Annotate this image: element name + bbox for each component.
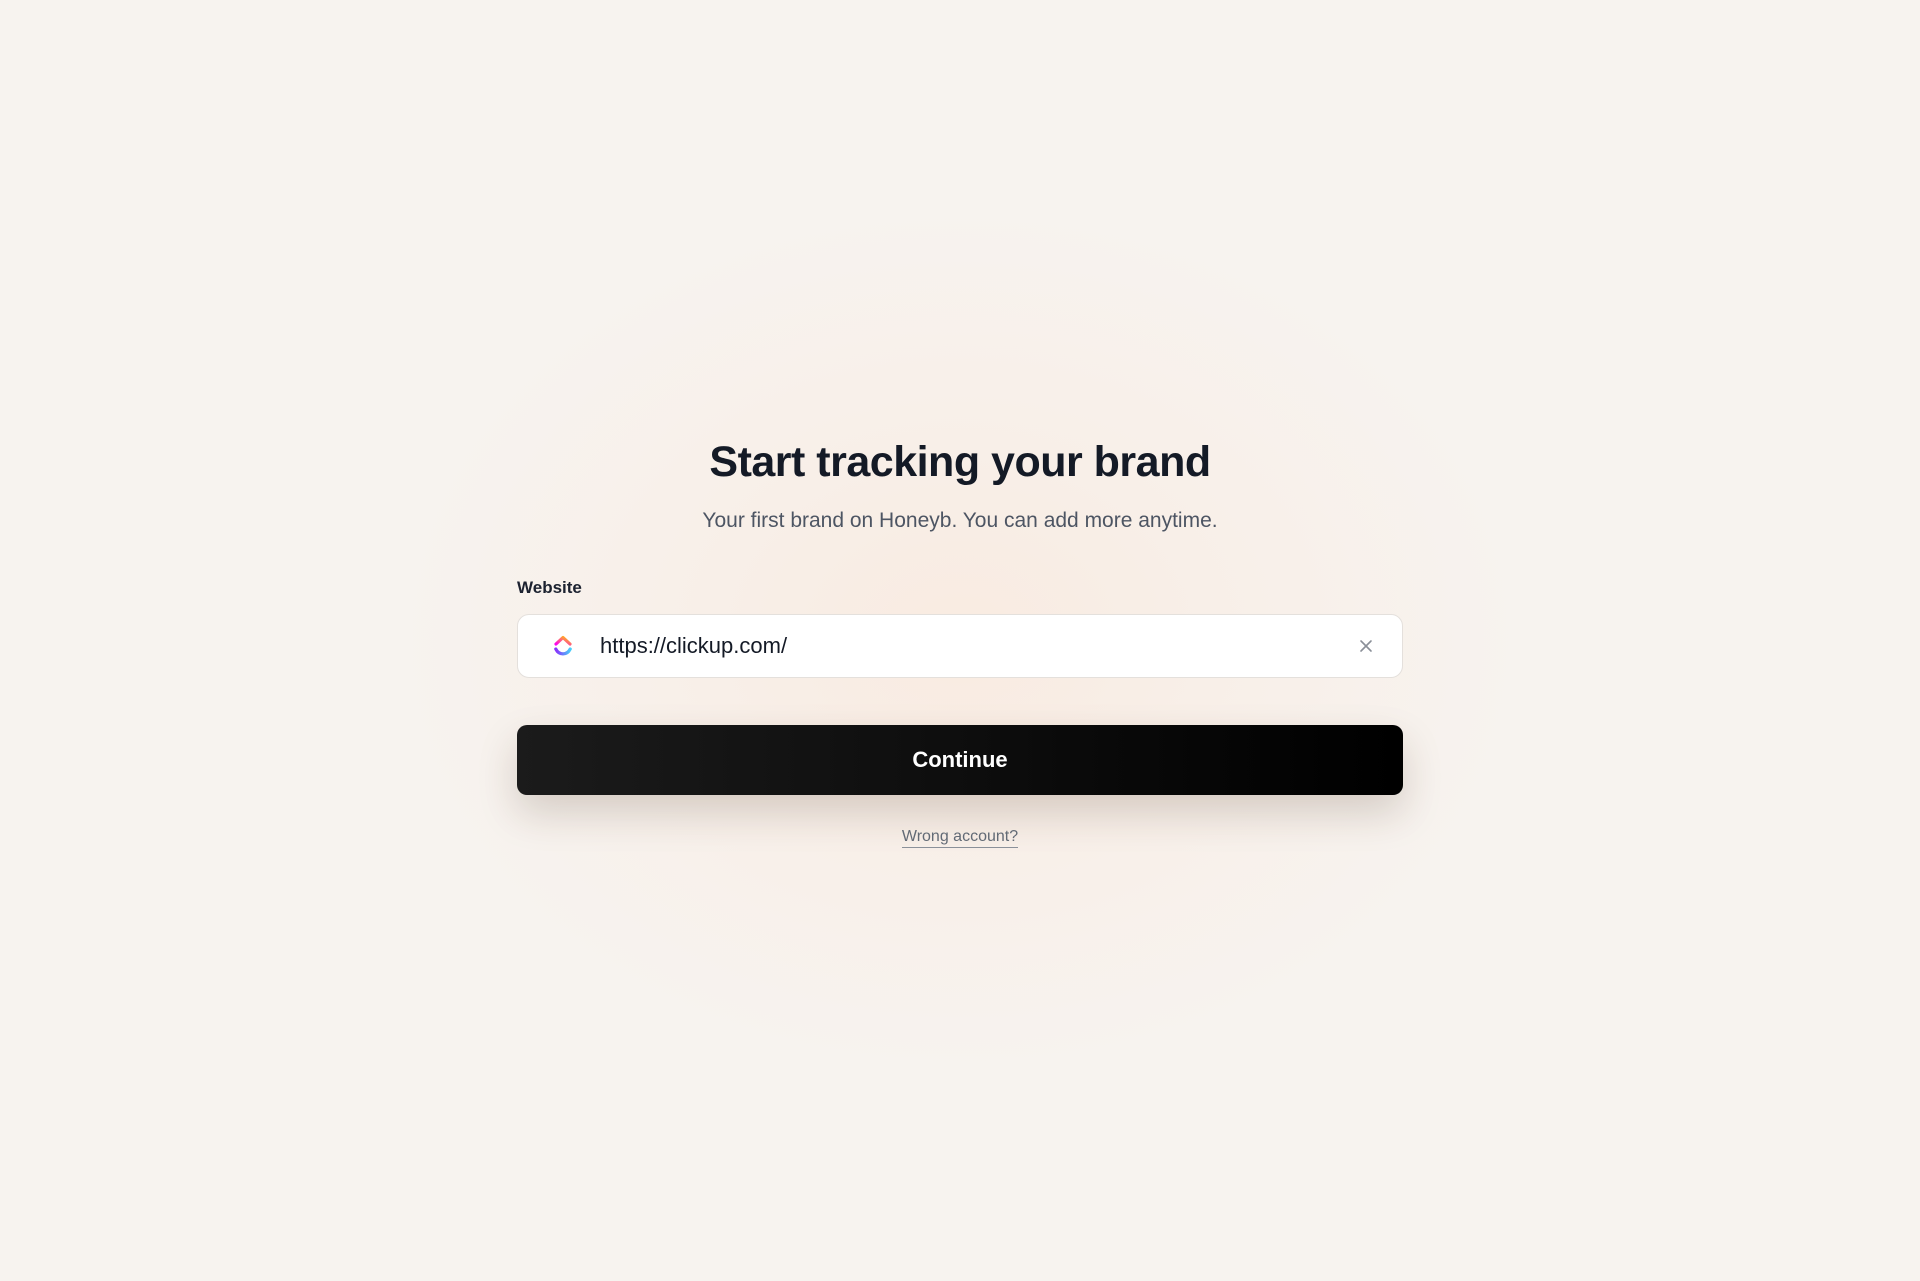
page-subtitle: Your first brand on Honeyb. You can add … xyxy=(702,509,1218,532)
onboarding-panel: Start tracking your brand Your first bra… xyxy=(517,430,1403,848)
website-field[interactable] xyxy=(517,614,1403,678)
clear-input-button[interactable] xyxy=(1350,630,1382,662)
continue-button[interactable]: Continue xyxy=(517,725,1403,795)
website-label: Website xyxy=(517,578,582,597)
website-input[interactable] xyxy=(600,626,1350,666)
page-title: Start tracking your brand xyxy=(709,438,1211,486)
clickup-logo-icon xyxy=(552,633,574,659)
wrong-account-link[interactable]: Wrong account? xyxy=(901,827,1019,848)
close-icon xyxy=(1360,640,1372,652)
